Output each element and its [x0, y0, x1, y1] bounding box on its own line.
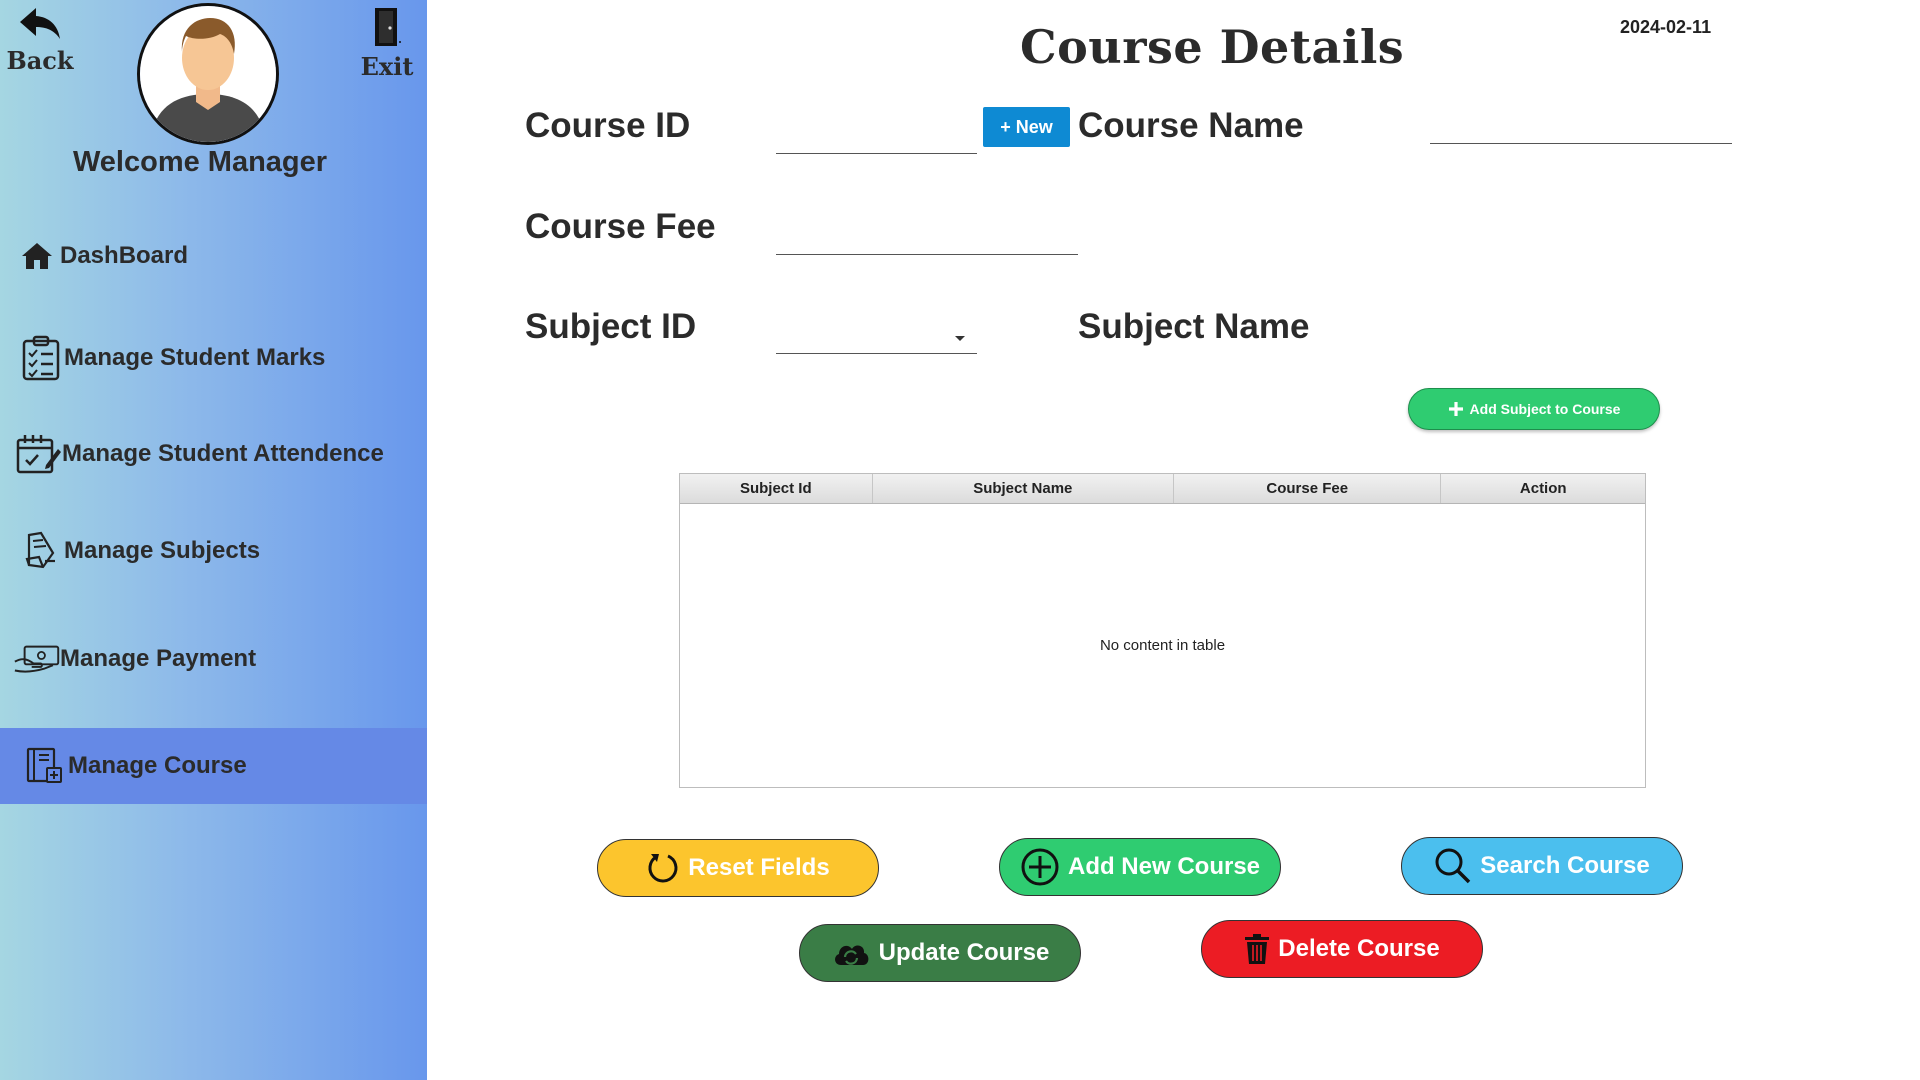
book-icon — [18, 526, 64, 576]
add-new-course-button[interactable]: Add New Course — [999, 838, 1281, 896]
column-header-course-fee[interactable]: Course Fee — [1174, 474, 1442, 503]
update-course-button[interactable]: Update Course — [799, 924, 1081, 982]
new-course-id-button[interactable]: + New — [983, 107, 1070, 147]
search-course-label: Search Course — [1480, 852, 1650, 879]
reset-fields-button[interactable]: Reset Fields — [597, 839, 879, 897]
clipboard-checklist-icon — [18, 333, 64, 383]
column-header-action[interactable]: Action — [1441, 474, 1645, 503]
back-button[interactable]: Back — [6, 6, 74, 75]
search-icon — [1435, 848, 1471, 884]
column-header-subject-name[interactable]: Subject Name — [873, 474, 1174, 503]
avatar — [137, 3, 279, 145]
plus-icon — [1448, 402, 1463, 416]
sidebar-item-label: Manage Subjects — [64, 537, 261, 564]
table-empty-message: No content in table — [1099, 637, 1226, 654]
exit-button[interactable]: Exit — [360, 6, 414, 81]
course-id-input[interactable] — [776, 122, 977, 154]
exit-label: Exit — [360, 52, 414, 81]
sidebar-item-course[interactable]: Manage Course — [0, 728, 427, 804]
sidebar-item-label: Manage Student Marks — [64, 344, 326, 371]
exit-door-icon — [375, 8, 401, 46]
sidebar-item-label: DashBoard — [60, 242, 189, 269]
current-date: 2024-02-11 — [1620, 17, 1712, 37]
welcome-text: Welcome Manager — [72, 146, 328, 178]
plus-circle-icon — [1021, 848, 1059, 886]
cloud-sync-icon — [834, 945, 869, 965]
trash-icon — [1245, 934, 1270, 964]
add-new-course-label: Add New Course — [1067, 853, 1261, 880]
add-subject-label: Add Subject to Course — [1469, 401, 1621, 417]
sidebar: Back Exit Welcome Manager DashBoard Mana… — [0, 0, 427, 1080]
sidebar-item-subjects[interactable]: Manage Subjects — [0, 513, 427, 589]
column-header-subject-id[interactable]: Subject Id — [680, 474, 873, 503]
sidebar-item-student-marks[interactable]: Manage Student Marks — [0, 320, 427, 396]
course-subjects-table: Subject Id Subject Name Course Fee Actio… — [679, 473, 1646, 788]
sidebar-item-label: Manage Payment — [60, 645, 257, 672]
sidebar-item-payment[interactable]: Manage Payment — [0, 621, 427, 697]
home-icon — [14, 231, 60, 281]
sidebar-item-label: Manage Course — [68, 752, 247, 779]
course-name-label: Course Name — [1078, 106, 1304, 145]
page-title: Course Details — [1020, 20, 1405, 74]
back-arrow-icon — [20, 8, 60, 39]
back-label: Back — [6, 46, 74, 75]
course-id-label: Course ID — [525, 106, 691, 145]
table-header: Subject Id Subject Name Course Fee Actio… — [680, 474, 1645, 504]
add-subject-to-course-button[interactable]: Add Subject to Course — [1408, 388, 1660, 430]
course-fee-label: Course Fee — [525, 207, 716, 246]
search-course-button[interactable]: Search Course — [1401, 837, 1683, 895]
subject-id-label: Subject ID — [525, 307, 697, 346]
update-course-label: Update Course — [878, 939, 1050, 966]
course-fee-input[interactable] — [776, 223, 1078, 255]
sidebar-item-student-attendance[interactable]: Manage Student Attendence — [0, 416, 427, 492]
subject-name-label: Subject Name — [1078, 307, 1310, 346]
reset-fields-label: Reset Fields — [688, 854, 830, 881]
sidebar-item-label: Manage Student Attendence — [62, 440, 384, 467]
chevron-down-icon — [955, 336, 965, 341]
delete-course-button[interactable]: Delete Course — [1201, 920, 1483, 978]
calendar-edit-icon — [16, 429, 62, 479]
hand-cash-icon — [14, 634, 60, 684]
course-name-input[interactable] — [1430, 112, 1732, 144]
delete-course-label: Delete Course — [1278, 935, 1440, 962]
sidebar-item-dashboard[interactable]: DashBoard — [0, 218, 427, 294]
course-book-icon — [22, 741, 68, 791]
subject-id-dropdown[interactable] — [776, 322, 977, 354]
reset-icon — [648, 854, 678, 883]
